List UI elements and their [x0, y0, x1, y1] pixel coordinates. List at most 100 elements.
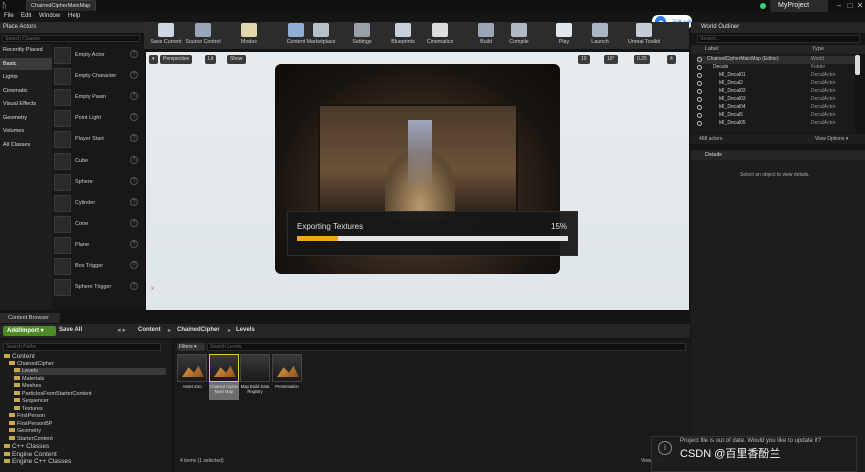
info-icon[interactable]: ?	[130, 197, 138, 206]
info-icon[interactable]: ?	[130, 282, 138, 291]
toolbar-save-current-button[interactable]: Save Current	[147, 23, 185, 49]
place-actor-item[interactable]: Empty Character?	[54, 66, 142, 86]
content-browser-tab[interactable]: Content Browser	[0, 313, 60, 323]
outliner-row[interactable]: MI_Decal05 DecalActor	[697, 120, 857, 128]
toolbar-play-button[interactable]: Play	[545, 23, 583, 49]
folder-tree-item[interactable]: Content	[4, 353, 166, 360]
category-all-classes[interactable]: All Classes	[0, 139, 52, 151]
outliner-row[interactable]: MI_Decal04 DecalActor	[697, 104, 857, 112]
toolbar-compile-button[interactable]: Compile	[500, 23, 538, 49]
category-cinematic[interactable]: Cinematic	[0, 85, 52, 97]
outliner-view-options[interactable]: View Options ▾	[815, 136, 848, 142]
folder-tree-item[interactable]: FirstPersonBP	[9, 420, 166, 428]
info-icon[interactable]: ?	[130, 92, 138, 101]
menu-file[interactable]: File	[4, 13, 14, 19]
info-icon[interactable]: ?	[130, 155, 138, 164]
unreal-logo-icon[interactable]: ᚢ	[2, 1, 16, 11]
folder-tree-item[interactable]: Engine Content	[4, 451, 166, 458]
toolbar-modes-button[interactable]: Modes	[230, 23, 268, 49]
place-actor-item[interactable]: Empty Pawn?	[54, 87, 142, 107]
info-icon[interactable]: ?	[130, 218, 138, 227]
save-all-button[interactable]: Save All	[59, 327, 82, 333]
grid-snap-value[interactable]: 10	[578, 55, 590, 64]
rotation-snap-value[interactable]: 10°	[604, 55, 618, 64]
outliner-row[interactable]: ChainedCipherMainMap (Editor) World	[697, 56, 857, 64]
visibility-eye-icon[interactable]	[697, 121, 702, 126]
outliner-row[interactable]: MI_Decal03 DecalActor	[697, 96, 857, 104]
folder-tree-item[interactable]: StarterContent	[9, 435, 166, 443]
folder-tree-item[interactable]: Meshes	[14, 383, 166, 390]
folder-tree-item[interactable]: Sequencer	[14, 398, 166, 405]
folder-tree-item[interactable]: C++ Classes	[4, 443, 166, 450]
outliner-row[interactable]: MI_Decal5 DecalActor	[697, 112, 857, 120]
category-lights[interactable]: Lights	[0, 71, 52, 83]
menu-window[interactable]: Window	[39, 13, 60, 19]
info-icon[interactable]: ?	[130, 239, 138, 248]
info-icon[interactable]: ?	[130, 176, 138, 185]
visibility-eye-icon[interactable]	[697, 113, 702, 118]
category-visual-effects[interactable]: Visual Effects	[0, 98, 52, 110]
breadcrumb-content[interactable]: Content	[138, 327, 161, 333]
folder-tree-item[interactable]: FirstPerson	[9, 413, 166, 420]
history-nav-icon[interactable]: ◂ ▸	[117, 326, 126, 334]
viewport-menu-button[interactable]: ▾	[149, 55, 158, 64]
toolbar-blueprints-button[interactable]: Blueprints	[384, 23, 422, 49]
category-volumes[interactable]: Volumes	[0, 125, 52, 137]
perspective-button[interactable]: Perspective	[160, 55, 193, 64]
info-icon[interactable]: ?	[130, 261, 138, 269]
level-asset-tile[interactable]: Presentation	[272, 354, 302, 400]
visibility-eye-icon[interactable]	[697, 81, 702, 86]
visibility-eye-icon[interactable]	[697, 57, 702, 62]
folder-tree-item[interactable]: ParticlesFromStarterContent	[14, 390, 166, 398]
info-icon[interactable]: ?	[130, 113, 138, 122]
category-geometry[interactable]: Geometry	[0, 112, 52, 124]
menu-help[interactable]: Help	[68, 13, 80, 19]
outliner-search-input[interactable]: Search...	[697, 35, 860, 43]
visibility-eye-icon[interactable]	[697, 89, 702, 94]
maximize-button[interactable]: □	[845, 1, 855, 11]
category-basic[interactable]: Basic	[0, 57, 52, 70]
toolbar-marketplace-button[interactable]: Marketplace	[302, 23, 340, 49]
place-actor-item[interactable]: Empty Actor?	[54, 45, 142, 65]
search-classes-input[interactable]: Search Classes	[2, 35, 140, 42]
outliner-row[interactable]: Decals Folder	[697, 64, 857, 72]
menu-edit[interactable]: Edit	[21, 13, 31, 19]
filters-button[interactable]: Filters ▾	[177, 343, 205, 351]
outliner-row[interactable]: MI_Decal2 DecalActor	[697, 80, 857, 88]
search-paths-input[interactable]: Search Paths	[3, 343, 161, 351]
place-actor-item[interactable]: Sphere Trigger?	[54, 277, 142, 297]
show-button[interactable]: Show	[227, 55, 246, 64]
place-actor-item[interactable]: Cylinder?	[54, 193, 142, 213]
toolbar-cinematics-button[interactable]: Cinematics	[421, 23, 459, 49]
scale-snap-value[interactable]: 0.25	[634, 55, 650, 64]
breadcrumb-chainedcipher[interactable]: ChainedCipher	[177, 327, 220, 333]
category-recently-placed[interactable]: Recently Placed	[0, 44, 52, 56]
place-actor-item[interactable]: Sphere?	[54, 172, 142, 192]
outliner-row[interactable]: MI_Decal01 DecalActor	[697, 72, 857, 80]
outliner-scrollbar[interactable]	[855, 55, 860, 75]
close-button[interactable]: ✕	[855, 1, 865, 11]
outliner-row[interactable]: MI_Decal02 DecalActor	[697, 88, 857, 96]
info-icon[interactable]: ?	[130, 134, 138, 143]
info-icon[interactable]: ?	[130, 50, 138, 58]
folder-tree-item[interactable]: Geometry	[9, 428, 166, 435]
folder-tree-item[interactable]: ChainedCipher	[9, 360, 166, 368]
minimize-button[interactable]: –	[834, 1, 844, 11]
info-icon[interactable]: ?	[130, 71, 138, 80]
place-actor-item[interactable]: Player Start?	[54, 129, 142, 149]
folder-tree-item[interactable]: Levels	[14, 368, 166, 375]
add-import-button[interactable]: Add/Import ▾	[3, 326, 56, 336]
search-levels-input[interactable]: Search Levels	[207, 343, 686, 351]
place-actor-item[interactable]: Plane?	[54, 235, 142, 255]
level-asset-tile[interactable]: Chained Cipher Main Map	[209, 354, 239, 400]
toolbar-unreal-toolkit-button[interactable]: Unreal Toolkit	[625, 23, 663, 49]
folder-tree-item[interactable]: Materials	[14, 375, 166, 383]
toolbar-source-control-button[interactable]: Source Control	[184, 23, 222, 49]
place-actor-item[interactable]: Cube?	[54, 151, 142, 171]
visibility-eye-icon[interactable]	[697, 97, 702, 102]
folder-tree-item[interactable]: Textures	[14, 405, 166, 413]
place-actor-item[interactable]: Cone?	[54, 214, 142, 234]
camera-speed-value[interactable]: 4	[667, 55, 676, 64]
visibility-eye-icon[interactable]	[697, 65, 702, 70]
place-actor-item[interactable]: Point Light?	[54, 108, 142, 128]
